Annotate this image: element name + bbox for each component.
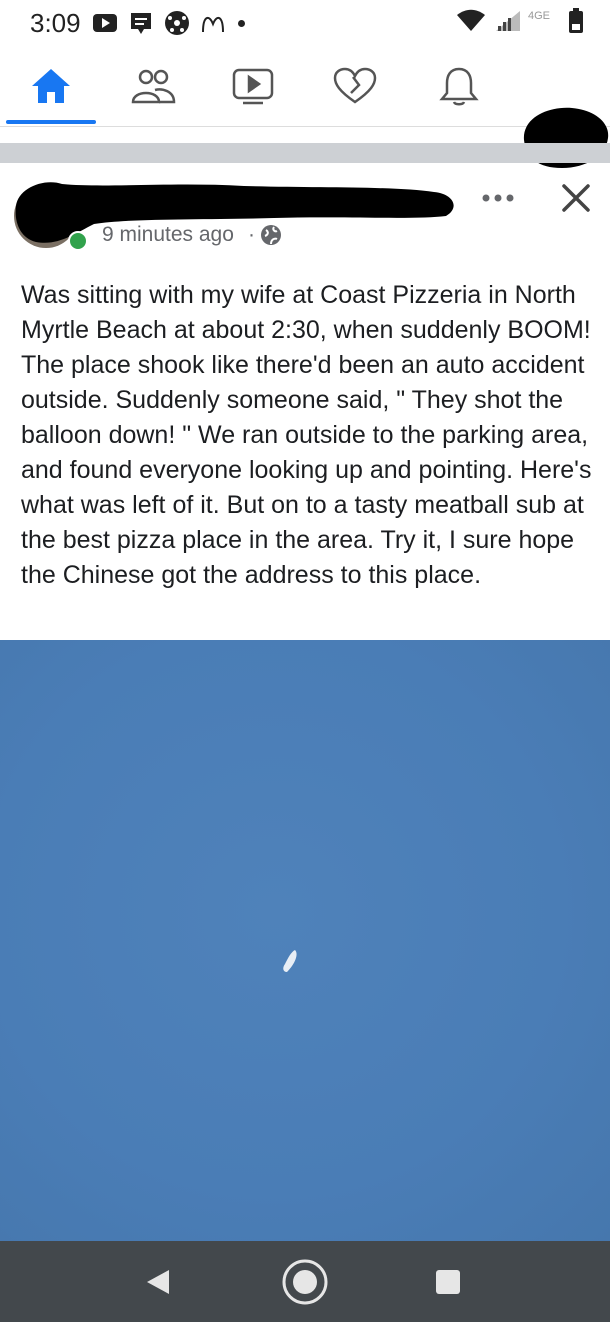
home-circle-icon <box>282 1259 328 1304</box>
tab-watch[interactable] <box>208 48 298 124</box>
status-bar: 3:09 4GE <box>0 0 610 44</box>
online-status-dot <box>68 231 88 251</box>
recents-button[interactable] <box>408 1241 488 1322</box>
post-photo[interactable] <box>0 640 610 1241</box>
timestamp-separator: · <box>248 223 255 246</box>
active-tab-indicator <box>6 120 96 124</box>
system-navigation-bar <box>0 1241 610 1322</box>
network-type-label: 4GE <box>528 10 551 22</box>
status-notification-icons <box>92 10 245 36</box>
back-button[interactable] <box>118 1241 198 1322</box>
play-icon <box>93 14 117 32</box>
balloon-speck <box>283 950 297 972</box>
message-icon <box>131 13 151 34</box>
recents-icon <box>436 1269 460 1294</box>
top-navigation <box>0 48 610 168</box>
status-time: 3:09 <box>30 8 81 38</box>
globe-icon <box>261 225 281 245</box>
signal-icon <box>496 11 520 31</box>
close-icon[interactable] <box>558 180 594 216</box>
status-system-icons <box>456 8 584 34</box>
tab-dating[interactable] <box>310 48 400 124</box>
post-text: Was sitting with my wife at Coast Pizzer… <box>21 281 592 589</box>
soccer-ball-icon <box>165 11 189 35</box>
dot-icon <box>238 19 245 27</box>
tab-notifications[interactable] <box>414 48 504 124</box>
home-button[interactable] <box>265 1241 345 1322</box>
post-timestamp[interactable]: 9 minutes ago <box>102 223 234 247</box>
battery-icon <box>569 8 583 33</box>
more-options-icon[interactable] <box>478 184 518 212</box>
back-icon <box>147 1269 169 1294</box>
friends-icon <box>131 69 176 104</box>
feed-separator <box>0 143 610 163</box>
video-icon <box>232 68 274 105</box>
tab-friends[interactable] <box>108 48 198 124</box>
home-icon <box>32 69 70 103</box>
mcdonalds-icon <box>202 16 224 33</box>
bell-icon <box>439 67 479 106</box>
tab-home[interactable] <box>6 48 96 124</box>
wifi-icon <box>457 9 485 31</box>
heart-icon <box>333 67 377 104</box>
